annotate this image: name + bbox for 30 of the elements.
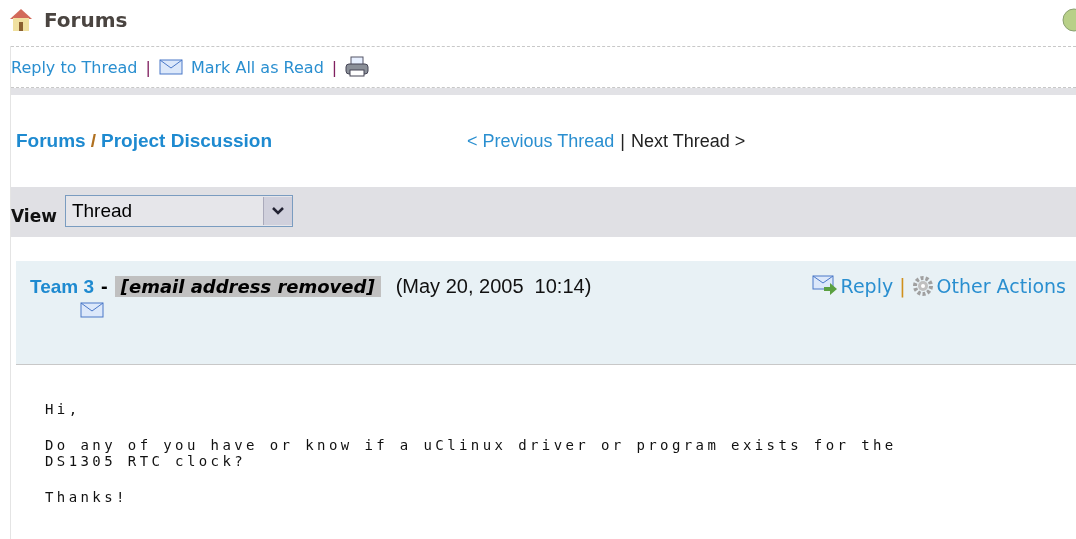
breadcrumb-link[interactable]: Forums <box>16 130 86 152</box>
nav-separator: | <box>620 130 625 152</box>
author-link[interactable]: Team 3 <box>30 275 95 298</box>
gear-icon <box>911 275 934 297</box>
email-address: [email address removed] <box>114 276 381 297</box>
reply-icon <box>811 275 838 297</box>
page-title: Forums <box>44 8 128 32</box>
action-separator: | <box>899 275 906 297</box>
view-select[interactable]: Thread <box>64 195 293 227</box>
breadcrumb-link[interactable]: Project Discussion <box>100 130 273 152</box>
next-thread-link[interactable]: Next Thread > <box>630 130 746 152</box>
toolbar-separator: | <box>145 57 151 77</box>
mark-all-read-link[interactable]: Mark All as Read <box>190 57 324 77</box>
toolbar-separator: | <box>331 57 338 77</box>
message-paragraph: Thanks! <box>45 489 129 505</box>
post-date: (May 20, 2005 10:14) <box>395 275 592 298</box>
view-label: View <box>11 206 57 226</box>
previous-thread-link[interactable]: < Previous Thread <box>467 130 615 152</box>
envelope-icon <box>158 59 183 75</box>
reply-to-thread-link[interactable]: Reply to Thread <box>11 57 138 77</box>
reply-link[interactable]: Reply <box>840 275 894 297</box>
envelope-icon[interactable] <box>80 302 104 318</box>
house-icon <box>8 8 34 32</box>
other-actions-link[interactable]: Other Actions <box>936 275 1066 297</box>
message-paragraph: Hi, <box>45 401 82 417</box>
print-icon[interactable] <box>345 56 370 78</box>
message-paragraph: Do any of you have or know if a uClinux driver or program exists for the DS1305 RTC clock? <box>45 437 898 469</box>
breadcrumb-separator: / <box>90 130 96 152</box>
dash: - <box>101 275 108 298</box>
caret-icon <box>262 197 292 225</box>
